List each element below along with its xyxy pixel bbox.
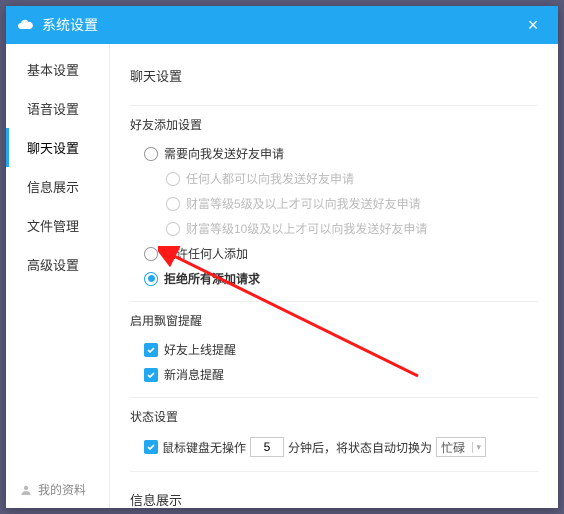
close-icon[interactable]: × [518, 15, 548, 36]
radio-icon [144, 147, 158, 161]
my-profile-link[interactable]: 我的资料 [6, 471, 109, 508]
window-title: 系统设置 [42, 15, 98, 35]
check-friend-online[interactable]: 好友上线提醒 [130, 337, 538, 362]
my-profile-label: 我的资料 [38, 481, 86, 498]
friend-sub-wealth5: 财富等级5级及以上才可以向我发送好友申请 [130, 191, 538, 216]
radio-label: 任何人都可以向我发送好友申请 [186, 170, 354, 187]
sidebar: 基本设置 语音设置 聊天设置 信息展示 文件管理 高级设置 我的资料 [6, 44, 110, 508]
section-chat-title: 聊天设置 [130, 58, 538, 95]
settings-window: 系统设置 × 基本设置 语音设置 聊天设置 信息展示 文件管理 高级设置 我的资… [6, 6, 558, 508]
radio-icon [166, 222, 180, 236]
checkbox-icon[interactable] [144, 440, 158, 454]
idle-mid: 分钟后，将状态自动切换为 [288, 439, 432, 456]
status-label: 状态设置 [130, 408, 538, 425]
radio-label: 允许任何人添加 [164, 245, 248, 262]
idle-pre: 鼠标键盘无操作 [162, 439, 246, 456]
check-label: 新消息提醒 [164, 366, 224, 383]
radio-icon [144, 247, 158, 261]
dropdown-value: 忙碌 [441, 439, 465, 456]
friend-radio-allow[interactable]: 允许任何人添加 [130, 241, 538, 266]
radio-label: 财富等级10级及以上才可以向我发送好友申请 [186, 220, 427, 237]
radio-label: 需要向我发送好友申请 [164, 145, 284, 162]
friend-radio-require[interactable]: 需要向我发送好友申请 [130, 141, 538, 166]
checkbox-icon [144, 343, 158, 357]
chevron-down-icon: ▾ [472, 442, 482, 453]
sidebar-item-info[interactable]: 信息展示 [6, 167, 109, 206]
app-icon [16, 16, 34, 34]
popup-label: 启用飘窗提醒 [130, 312, 538, 329]
friend-add-label: 好友添加设置 [130, 116, 538, 133]
radio-label: 财富等级5级及以上才可以向我发送好友申请 [186, 195, 421, 212]
checkbox-icon [144, 368, 158, 382]
sidebar-item-chat[interactable]: 聊天设置 [6, 128, 109, 167]
friend-sub-wealth10: 财富等级10级及以上才可以向我发送好友申请 [130, 216, 538, 241]
radio-label: 拒绝所有添加请求 [164, 270, 260, 287]
radio-icon [144, 272, 158, 286]
section-info-title: 信息展示 [130, 482, 538, 508]
idle-status-dropdown[interactable]: 忙碌 ▾ [436, 437, 486, 457]
sidebar-item-voice[interactable]: 语音设置 [6, 89, 109, 128]
idle-row: 鼠标键盘无操作 分钟后，将状态自动切换为 忙碌 ▾ [130, 433, 538, 461]
sidebar-item-file[interactable]: 文件管理 [6, 206, 109, 245]
radio-icon [166, 197, 180, 211]
sidebar-item-basic[interactable]: 基本设置 [6, 50, 109, 89]
person-icon [20, 484, 32, 496]
friend-sub-anyone: 任何人都可以向我发送好友申请 [130, 166, 538, 191]
sidebar-item-advanced[interactable]: 高级设置 [6, 245, 109, 284]
radio-icon [166, 172, 180, 186]
content: 聊天设置 好友添加设置 需要向我发送好友申请 任何人都可以向我发送好友申请 财富… [110, 44, 558, 508]
friend-radio-deny[interactable]: 拒绝所有添加请求 [130, 266, 538, 291]
idle-minutes-input[interactable] [250, 437, 284, 457]
check-label: 好友上线提醒 [164, 341, 236, 358]
titlebar: 系统设置 × [6, 6, 558, 44]
check-new-msg[interactable]: 新消息提醒 [130, 362, 538, 387]
